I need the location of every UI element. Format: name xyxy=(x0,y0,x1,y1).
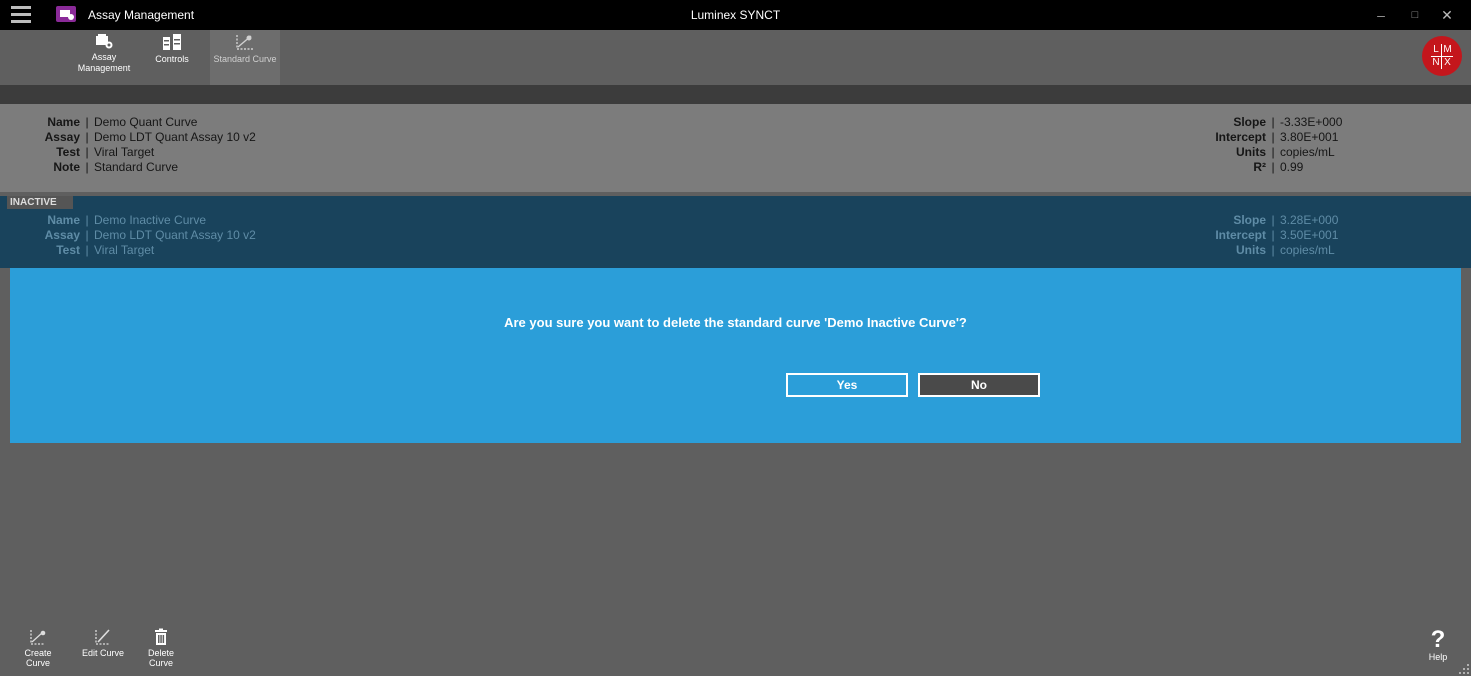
curve-assay: Demo LDT Quant Assay 10 v2 xyxy=(94,130,256,144)
help-label: Help xyxy=(1428,652,1448,662)
controls-icon xyxy=(163,34,181,50)
create-curve-label: Create Curve xyxy=(24,648,52,668)
curve-field-row: Test | Viral Target xyxy=(0,243,256,258)
stat-key: Slope xyxy=(1233,115,1266,129)
curve-field-row: Test | Viral Target xyxy=(0,145,256,160)
standard-curve-label: Standard Curve xyxy=(213,54,277,64)
curve-r-squared: 0.99 xyxy=(1280,160,1304,174)
curve-intercept: 3.80E+001 xyxy=(1280,130,1339,144)
assay-management-button[interactable]: Assay Management xyxy=(71,30,137,85)
curve-slope: -3.33E+000 xyxy=(1280,115,1343,129)
delete-curve-label: Delete Curve xyxy=(147,648,174,668)
curve-list-item-selected[interactable]: INACTIVE Name | Demo Inactive Curve Assay |… xyxy=(0,196,1471,268)
stat-key: Units xyxy=(1236,243,1266,257)
curve-stat-row: Slope | 3.28E+000 xyxy=(1186,213,1338,228)
standard-curve-button[interactable]: Standard Curve xyxy=(210,30,280,85)
curve-test: Viral Target xyxy=(94,243,155,257)
curve-stat-row: Slope | -3.33E+000 xyxy=(1186,115,1342,130)
stat-key: R² xyxy=(1253,160,1266,174)
create-curve-button[interactable]: Create Curve xyxy=(16,628,60,676)
field-key: Test xyxy=(56,145,80,159)
luminex-logo: L M N X xyxy=(1422,36,1462,76)
create-curve-icon xyxy=(30,630,46,645)
curve-field-row: Note | Standard Curve xyxy=(0,160,256,175)
controls-label: Controls xyxy=(155,54,189,64)
curve-stat-row: Units | copies/mL xyxy=(1186,243,1338,258)
field-key: Name xyxy=(47,213,80,227)
curve-stat-row: Intercept | 3.80E+001 xyxy=(1186,130,1342,145)
help-icon: ? xyxy=(1430,626,1446,653)
stat-key: Intercept xyxy=(1215,130,1266,144)
dialog-message: Are you sure you want to delete the stan… xyxy=(504,315,967,330)
delete-curve-button[interactable]: Delete Curve xyxy=(139,628,183,676)
field-key: Test xyxy=(56,243,80,257)
window-title: Luminex SYNCT xyxy=(690,8,781,22)
help-button[interactable]: ? Help xyxy=(1416,628,1460,676)
inactive-badge: INACTIVE xyxy=(7,196,73,209)
module-toolbar: Assay Management Controls Standard Curve xyxy=(0,30,1471,85)
stat-key: Slope xyxy=(1233,213,1266,227)
controls-button[interactable]: Controls xyxy=(139,30,205,85)
curve-note: Standard Curve xyxy=(94,160,179,174)
curve-stat-row: Intercept | 3.50E+001 xyxy=(1186,228,1338,243)
edit-curve-button[interactable]: Edit Curve xyxy=(81,628,125,676)
curve-field-row: Name | Demo Quant Curve xyxy=(0,115,256,130)
minimize-button[interactable]: – xyxy=(1370,5,1392,25)
resize-grip-icon[interactable] xyxy=(1458,663,1470,675)
curve-intercept: 3.50E+001 xyxy=(1280,228,1339,242)
curve-name: Demo Inactive Curve xyxy=(94,213,207,227)
curve-list-item[interactable]: Name | Demo Quant Curve Assay | Demo LDT Qua… xyxy=(0,104,1471,192)
curve-field-row: Assay | Demo LDT Quant Assay 10 v2 xyxy=(0,130,256,145)
no-button[interactable]: No xyxy=(918,373,1040,397)
curve-test: Viral Target xyxy=(94,145,155,159)
logo-letter: L xyxy=(1431,44,1442,57)
field-key: Name xyxy=(47,115,80,129)
curve-field-row: Assay | Demo LDT Quant Assay 10 v2 xyxy=(0,228,256,243)
yes-button[interactable]: Yes xyxy=(786,373,908,397)
logo-letter: X xyxy=(1444,57,1451,68)
edit-curve-label: Edit Curve xyxy=(81,648,125,658)
logo-letter: N xyxy=(1431,57,1442,69)
edit-curve-icon xyxy=(95,629,110,645)
curve-field-row: Name | Demo Inactive Curve xyxy=(0,213,256,228)
delete-confirmation-dialog: Are you sure you want to delete the stan… xyxy=(10,268,1461,443)
assay-management-label: Assay Management xyxy=(77,52,131,73)
curve-name: Demo Quant Curve xyxy=(94,115,198,129)
trash-icon xyxy=(155,628,167,645)
curve-assay: Demo LDT Quant Assay 10 v2 xyxy=(94,228,256,242)
stat-key: Units xyxy=(1236,145,1266,159)
curve-units: copies/mL xyxy=(1280,243,1335,257)
logo-letter: M xyxy=(1442,44,1453,57)
header-separator xyxy=(0,85,1471,104)
field-key: Note xyxy=(53,160,80,174)
curve-units: copies/mL xyxy=(1280,145,1335,159)
field-key: Assay xyxy=(44,130,80,144)
close-button[interactable]: ✕ xyxy=(1436,5,1458,25)
assay-cartridge-icon xyxy=(96,34,113,49)
curve-slope: 3.28E+000 xyxy=(1280,213,1339,227)
curve-stat-row: R² | 0.99 xyxy=(1186,160,1342,175)
curve-stat-row: Units | copies/mL xyxy=(1186,145,1342,160)
standard-curve-icon xyxy=(236,35,253,50)
title-bar: Assay Management Luminex SYNCT – □ ✕ xyxy=(0,0,1471,30)
stat-key: Intercept xyxy=(1215,228,1266,242)
maximize-button[interactable]: □ xyxy=(1404,5,1426,25)
field-key: Assay xyxy=(44,228,80,242)
